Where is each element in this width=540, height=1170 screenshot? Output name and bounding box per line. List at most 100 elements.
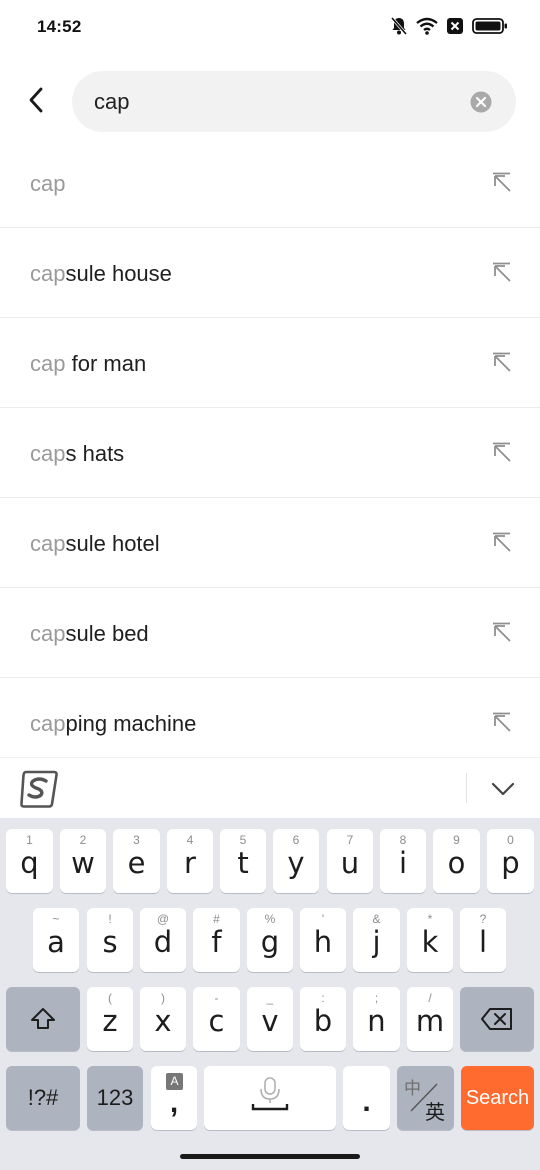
keyboard-toolbar bbox=[0, 757, 540, 818]
suggestion-item[interactable]: cap bbox=[0, 138, 540, 228]
fill-query-arrow-icon[interactable] bbox=[490, 711, 514, 735]
sim-off-icon bbox=[446, 17, 464, 35]
key-hint: 1 bbox=[26, 833, 33, 847]
suggestion-list: cap capsule house cap for man caps hats … bbox=[0, 138, 540, 758]
microphone-icon bbox=[204, 1076, 336, 1118]
fill-query-arrow-icon[interactable] bbox=[490, 171, 514, 195]
suggestion-text: capsule hotel bbox=[30, 531, 160, 557]
key-hint: 8 bbox=[399, 833, 407, 847]
key-hint: 6 bbox=[292, 833, 300, 847]
key-a[interactable]: ~ a bbox=[33, 908, 79, 972]
suggestion-item[interactable]: capsule house bbox=[0, 228, 540, 318]
symbols-key-label: !?# bbox=[27, 1085, 59, 1110]
home-indicator[interactable] bbox=[180, 1154, 360, 1159]
sogou-logo-icon[interactable] bbox=[18, 768, 60, 810]
suggestion-item[interactable]: capsule bed bbox=[0, 588, 540, 678]
mute-bell-icon bbox=[390, 16, 408, 36]
key-letter: e bbox=[127, 846, 146, 880]
suggestion-match: cap bbox=[30, 441, 66, 466]
suggestion-completion: sule hotel bbox=[65, 531, 160, 556]
key-hint: * bbox=[427, 912, 433, 926]
chevron-left-icon bbox=[26, 85, 46, 120]
key-q[interactable]: 1q bbox=[6, 829, 53, 893]
clear-circle-icon bbox=[470, 91, 492, 117]
key-z[interactable]: (z bbox=[87, 987, 133, 1051]
fill-query-arrow-icon[interactable] bbox=[490, 261, 514, 285]
key-y[interactable]: 6y bbox=[273, 829, 319, 893]
key-hint: ( bbox=[108, 991, 112, 1005]
key-hint: ? bbox=[479, 912, 487, 926]
key-m[interactable]: / m bbox=[407, 987, 453, 1051]
suggestion-text: cap bbox=[30, 171, 65, 197]
backspace-key[interactable] bbox=[460, 987, 534, 1051]
key-r[interactable]: 4r bbox=[167, 829, 213, 893]
key-letter: t bbox=[237, 846, 249, 880]
suggestion-item[interactable]: capping machine bbox=[0, 678, 540, 758]
suggestion-completion: sule house bbox=[65, 261, 172, 286]
symbols-key[interactable]: !?# bbox=[6, 1066, 80, 1130]
key-n[interactable]: ; n bbox=[353, 987, 400, 1051]
key-o[interactable]: 9o bbox=[433, 829, 480, 893]
key-w[interactable]: 2w bbox=[60, 829, 106, 893]
fill-query-arrow-icon[interactable] bbox=[490, 351, 514, 375]
search-input-value: cap bbox=[94, 89, 130, 114]
key-e[interactable]: 3e bbox=[113, 829, 160, 893]
key-hint: / bbox=[428, 991, 432, 1005]
clear-search-button[interactable] bbox=[470, 91, 492, 113]
fill-query-arrow-icon[interactable] bbox=[490, 441, 514, 465]
search-key[interactable]: Search bbox=[461, 1066, 534, 1130]
search-input[interactable]: cap bbox=[72, 71, 516, 132]
suggestion-completion: for man bbox=[65, 351, 147, 376]
key-letter: s bbox=[102, 925, 118, 959]
key-hint: 0 bbox=[507, 833, 514, 847]
key-p[interactable]: 0p bbox=[487, 829, 534, 893]
key-letter: n bbox=[367, 1004, 386, 1038]
key-u[interactable]: 7u bbox=[327, 829, 373, 893]
search-key-label: Search bbox=[465, 1086, 530, 1109]
toolbar-divider bbox=[466, 773, 467, 803]
key-b[interactable]: :b bbox=[300, 987, 346, 1051]
suggestion-item[interactable]: capsule hotel bbox=[0, 498, 540, 588]
key-g[interactable]: % g bbox=[247, 908, 293, 972]
backspace-icon bbox=[460, 987, 534, 1051]
suggestion-completion: ping machine bbox=[65, 711, 197, 736]
key-v[interactable]: _ v bbox=[247, 987, 293, 1051]
chevron-down-icon[interactable] bbox=[488, 774, 518, 804]
suggestion-match: cap bbox=[30, 171, 66, 196]
key-letter: u bbox=[340, 846, 360, 880]
suggestion-match: cap bbox=[30, 711, 66, 736]
key-j[interactable]: & j bbox=[353, 908, 400, 972]
fill-query-arrow-icon[interactable] bbox=[490, 531, 514, 555]
lang-en-label: 英 bbox=[425, 1100, 445, 1124]
suggestion-text: caps hats bbox=[30, 441, 124, 467]
suggestion-match: cap bbox=[30, 351, 66, 376]
key-s[interactable]: ! s bbox=[87, 908, 133, 972]
suggestion-item[interactable]: caps hats bbox=[0, 408, 540, 498]
period-key[interactable]: . bbox=[343, 1066, 390, 1130]
key-hint: _ bbox=[266, 991, 274, 1005]
suggestion-match: cap bbox=[30, 531, 66, 556]
status-time: 14:52 bbox=[37, 17, 82, 36]
key-x[interactable]: ) x bbox=[140, 987, 186, 1051]
key-k[interactable]: * k bbox=[407, 908, 453, 972]
suggestion-match: cap bbox=[30, 261, 66, 286]
comma-key[interactable]: A , bbox=[151, 1066, 197, 1130]
key-i[interactable]: 8i bbox=[380, 829, 426, 893]
key-d[interactable]: @ d bbox=[140, 908, 186, 972]
key-letter: w bbox=[71, 846, 95, 880]
key-h[interactable]: ' h bbox=[300, 908, 346, 972]
numbers-key[interactable]: 123 bbox=[87, 1066, 143, 1130]
fill-query-arrow-icon[interactable] bbox=[490, 621, 514, 645]
space-key[interactable] bbox=[204, 1066, 336, 1130]
key-letter: d bbox=[153, 925, 173, 959]
back-button[interactable] bbox=[16, 80, 56, 124]
language-switch-key[interactable]: 中 英 bbox=[397, 1066, 454, 1130]
key-hint: ; bbox=[374, 991, 379, 1005]
period-key-label: . bbox=[362, 1085, 371, 1118]
key-c[interactable]: -c bbox=[193, 987, 240, 1051]
shift-key[interactable] bbox=[6, 987, 80, 1051]
key-l[interactable]: ? l bbox=[460, 908, 506, 972]
suggestion-item[interactable]: cap for man bbox=[0, 318, 540, 408]
key-f[interactable]: # f bbox=[193, 908, 240, 972]
key-t[interactable]: 5t bbox=[220, 829, 266, 893]
